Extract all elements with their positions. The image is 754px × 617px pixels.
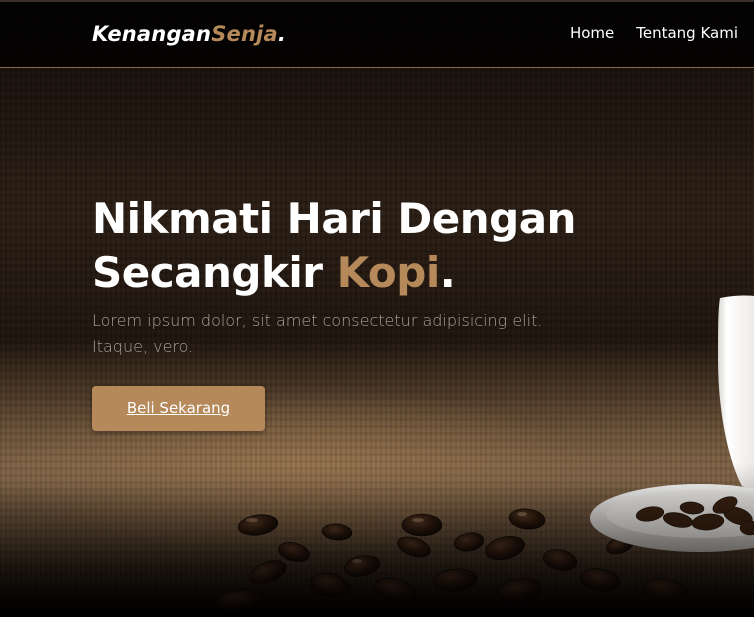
- logo-primary: Kenangan: [92, 22, 212, 46]
- nav-link-home[interactable]: Home: [570, 24, 614, 42]
- headline-line2: Secangkir: [92, 248, 337, 297]
- nav-links: Home Tentang Kami: [570, 24, 738, 42]
- headline-dot: .: [439, 248, 456, 297]
- headline-line1: Nikmati Hari Dengan: [92, 194, 576, 243]
- nav-link-tentang-kami[interactable]: Tentang Kami: [636, 24, 738, 42]
- hero-content: Nikmati Hari Dengan Secangkir Kopi. Lore…: [92, 192, 652, 431]
- site-logo[interactable]: KenanganSenja.: [92, 22, 286, 46]
- hero-headline: Nikmati Hari Dengan Secangkir Kopi.: [92, 192, 652, 300]
- logo-dot: .: [277, 22, 287, 46]
- navbar: KenanganSenja. Home Tentang Kami: [0, 0, 754, 68]
- headline-accent: Kopi: [336, 248, 441, 297]
- buy-now-button[interactable]: Beli Sekarang: [92, 386, 265, 431]
- hero-subtext: Lorem ipsum dolor, sit amet consectetur …: [92, 311, 543, 356]
- logo-accent: Senja: [211, 22, 278, 46]
